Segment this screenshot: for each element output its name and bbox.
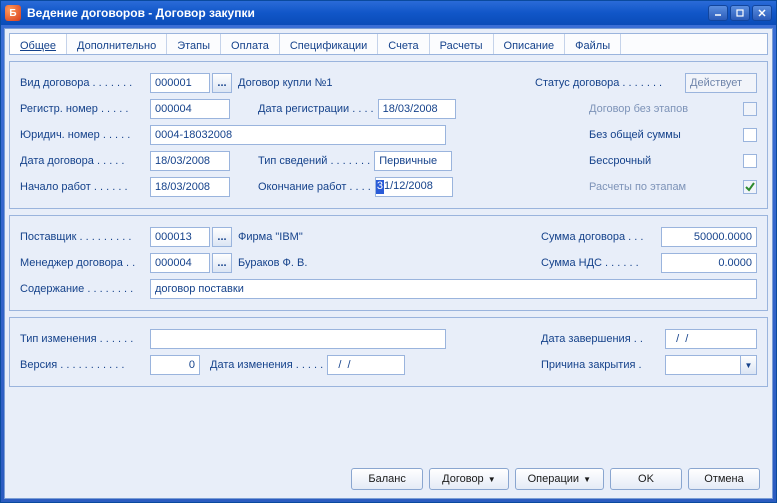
tab-files[interactable]: Файлы	[565, 34, 621, 54]
panel-changes: Тип изменения . . . . . . Дата завершени…	[9, 317, 768, 387]
client-area: Общее Дополнительно Этапы Оплата Специфи…	[4, 28, 773, 499]
work-end-input[interactable]: 31/12/2008	[375, 177, 453, 197]
label-reg-number: Регистр. номер . . . . .	[20, 103, 150, 115]
check-icon	[744, 181, 756, 193]
label-work-end: Окончание работ . . . .	[258, 181, 371, 193]
no-stages-checkbox	[743, 102, 757, 116]
cancel-button-label: Отмена	[704, 473, 743, 485]
label-calc-by-stages: Расчеты по этапам	[589, 181, 739, 193]
tab-additional[interactable]: Дополнительно	[67, 34, 167, 54]
label-legal-number: Юридич. номер . . . . .	[20, 129, 150, 141]
label-no-total: Без общей суммы	[589, 129, 739, 141]
supplier-code-input[interactable]	[150, 227, 210, 247]
balance-button-label: Баланс	[368, 473, 405, 485]
titlebar: Б Ведение договоров - Договор закупки	[1, 1, 776, 25]
close-reason-input[interactable]	[665, 355, 741, 375]
reg-number-input[interactable]	[150, 99, 230, 119]
supplier-lookup-button[interactable]: ...	[212, 227, 232, 247]
chevron-down-icon: ▼	[488, 475, 496, 484]
minimize-button[interactable]	[708, 5, 728, 21]
tab-strip: Общее Дополнительно Этапы Оплата Специфи…	[9, 33, 768, 55]
label-work-start: Начало работ . . . . . .	[20, 181, 150, 193]
chevron-down-icon: ▼	[583, 475, 591, 484]
label-status: Статус договора . . . . . . .	[535, 77, 685, 89]
manager-name: Бураков Ф. В.	[232, 257, 402, 269]
operations-button[interactable]: Операции ▼	[515, 468, 604, 490]
label-change-type: Тип изменения . . . . . .	[20, 333, 150, 345]
tab-general[interactable]: Общее	[10, 34, 67, 54]
label-reg-date: Дата регистрации . . . .	[258, 103, 374, 115]
change-date-input[interactable]	[327, 355, 405, 375]
manager-code-input[interactable]	[150, 253, 210, 273]
operations-button-label: Операции	[528, 473, 579, 485]
close-button[interactable]	[752, 5, 772, 21]
complete-date-input[interactable]	[665, 329, 757, 349]
calc-by-stages-checkbox	[743, 180, 757, 194]
label-no-stages: Договор без этапов	[589, 103, 739, 115]
work-end-rest: 1/12/2008	[384, 180, 433, 194]
no-total-checkbox[interactable]	[743, 128, 757, 142]
panel-main: Вид договора . . . . . . . ... Договор к…	[9, 61, 768, 209]
work-end-selected-char: 3	[376, 180, 384, 194]
cancel-button[interactable]: Отмена	[688, 468, 760, 490]
label-content: Содержание . . . . . . . .	[20, 283, 150, 295]
panel-parties: Поставщик . . . . . . . . . ... Фирма "I…	[9, 215, 768, 311]
supplier-name: Фирма "IBM"	[232, 231, 402, 243]
content-input[interactable]	[150, 279, 757, 299]
work-start-input[interactable]	[150, 177, 230, 197]
label-close-reason: Причина закрытия .	[541, 359, 665, 371]
change-type-input[interactable]	[150, 329, 446, 349]
footer-buttons: Баланс Договор ▼ Операции ▼ OK Отмена	[9, 460, 768, 494]
ok-button[interactable]: OK	[610, 468, 682, 490]
label-unlimited: Бессрочный	[589, 155, 739, 167]
contract-type-code-input[interactable]	[150, 73, 210, 93]
tab-description[interactable]: Описание	[494, 34, 566, 54]
contract-sum-input[interactable]	[661, 227, 757, 247]
unlimited-checkbox[interactable]	[743, 154, 757, 168]
label-contract-sum: Сумма договора . . .	[541, 231, 661, 243]
app-icon: Б	[5, 5, 21, 21]
label-change-date: Дата изменения . . . . .	[210, 359, 323, 371]
tab-invoices[interactable]: Счета	[378, 34, 429, 54]
contract-type-name: Договор купли №1	[232, 77, 402, 89]
status-input	[685, 73, 757, 93]
label-supplier: Поставщик . . . . . . . . .	[20, 231, 150, 243]
vat-sum-input[interactable]	[661, 253, 757, 273]
close-reason-dropdown-button[interactable]: ▼	[741, 355, 757, 375]
balance-button[interactable]: Баланс	[351, 468, 423, 490]
label-info-type: Тип сведений . . . . . . .	[258, 155, 370, 167]
legal-number-input[interactable]	[150, 125, 446, 145]
manager-lookup-button[interactable]: ...	[212, 253, 232, 273]
info-type-input[interactable]	[374, 151, 452, 171]
tab-stages[interactable]: Этапы	[167, 34, 221, 54]
label-manager: Менеджер договора . .	[20, 257, 150, 269]
contract-button-label: Договор	[442, 473, 484, 485]
contract-date-input[interactable]	[150, 151, 230, 171]
window-title: Ведение договоров - Договор закупки	[27, 6, 708, 20]
reg-date-input[interactable]	[378, 99, 456, 119]
label-vat-sum: Сумма НДС . . . . . .	[541, 257, 661, 269]
tab-calcs[interactable]: Расчеты	[430, 34, 494, 54]
window-controls	[708, 5, 772, 21]
maximize-button[interactable]	[730, 5, 750, 21]
ok-button-label: OK	[638, 473, 654, 485]
main-window: Б Ведение договоров - Договор закупки Об…	[0, 0, 777, 503]
tab-specs[interactable]: Спецификации	[280, 34, 378, 54]
label-version: Версия . . . . . . . . . . .	[20, 359, 150, 371]
label-contract-date: Дата договора . . . . .	[20, 155, 150, 167]
label-complete-date: Дата завершения . .	[541, 333, 665, 345]
contract-type-lookup-button[interactable]: ...	[212, 73, 232, 93]
tab-payment[interactable]: Оплата	[221, 34, 280, 54]
version-input[interactable]	[150, 355, 200, 375]
label-contract-type: Вид договора . . . . . . .	[20, 77, 150, 89]
contract-button[interactable]: Договор ▼	[429, 468, 508, 490]
